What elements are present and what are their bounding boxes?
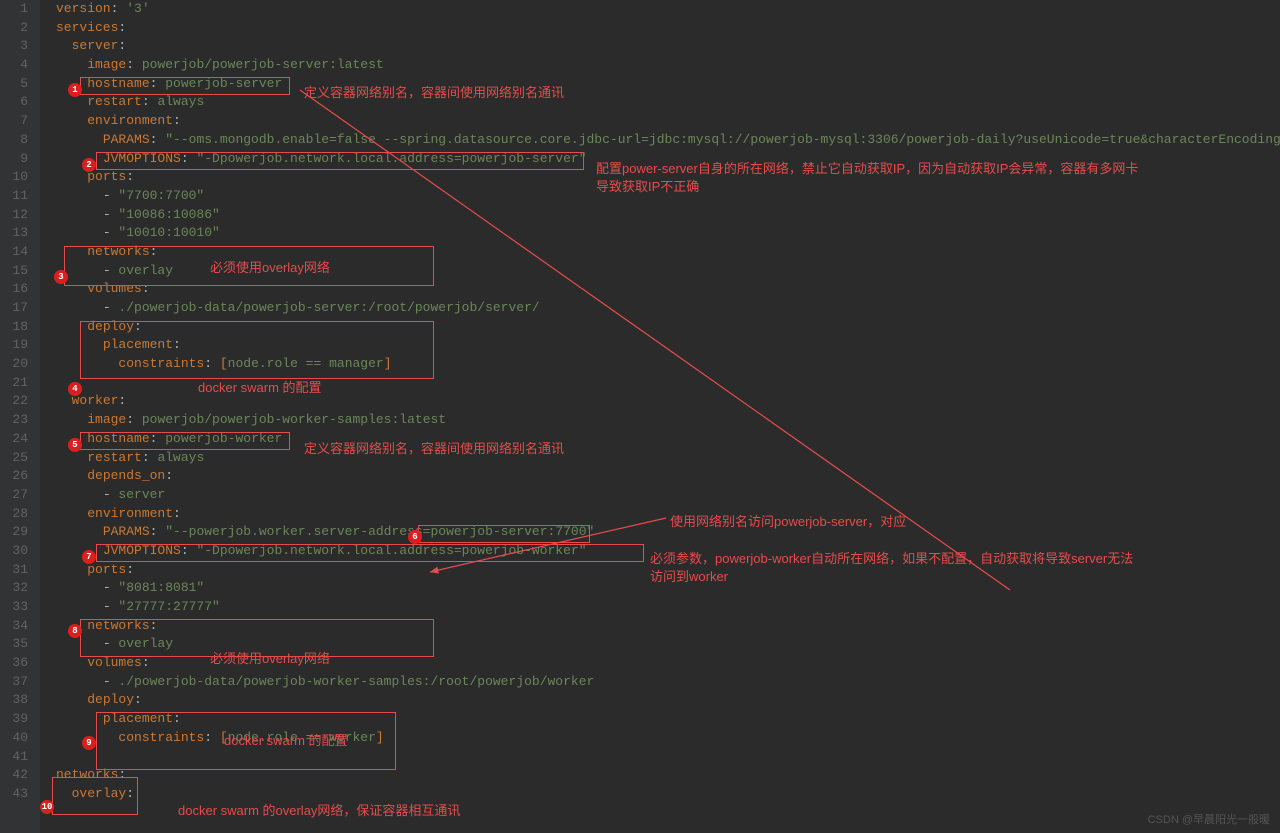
code-line[interactable]: services: — [56, 19, 1280, 38]
line-number: 34 — [8, 617, 28, 636]
line-number: 15 — [8, 262, 28, 281]
code-line[interactable]: - server — [56, 486, 1280, 505]
line-gutter: 1234567891011121314151617181920212223242… — [0, 0, 40, 833]
line-number: 33 — [8, 598, 28, 617]
code-line[interactable]: - "10086:10086" — [56, 206, 1280, 225]
line-number: 42 — [8, 766, 28, 785]
annotation-text: 导致获取IP不正确 — [596, 176, 699, 195]
line-number: 41 — [8, 748, 28, 767]
annotation-badge: 10 — [40, 800, 54, 814]
annotation-text: docker swarm 的配置 — [198, 377, 322, 396]
line-number: 39 — [8, 710, 28, 729]
annotation-text: docker swarm 的overlay网络，保证容器相互通讯 — [178, 800, 460, 819]
line-number: 21 — [8, 374, 28, 393]
highlight-box — [80, 432, 290, 450]
line-number: 31 — [8, 561, 28, 580]
line-number: 16 — [8, 280, 28, 299]
line-number: 10 — [8, 168, 28, 187]
line-number: 24 — [8, 430, 28, 449]
line-number: 29 — [8, 523, 28, 542]
annotation-text: 访问到worker — [650, 566, 728, 585]
line-number: 17 — [8, 299, 28, 318]
highlight-box — [80, 77, 290, 95]
annotation-badge: 7 — [82, 550, 96, 564]
line-number: 43 — [8, 785, 28, 804]
line-number: 3 — [8, 37, 28, 56]
annotation-badge: 5 — [68, 438, 82, 452]
line-number: 32 — [8, 579, 28, 598]
line-number: 6 — [8, 93, 28, 112]
annotation-text: 定义容器网络别名，容器间使用网络别名通讯 — [304, 438, 564, 457]
line-number: 23 — [8, 411, 28, 430]
code-line[interactable]: environment: — [56, 112, 1280, 131]
code-line[interactable]: server: — [56, 37, 1280, 56]
annotation-badge: 1 — [68, 83, 82, 97]
line-number: 1 — [8, 0, 28, 19]
line-number: 4 — [8, 56, 28, 75]
code-line[interactable]: - "10010:10010" — [56, 224, 1280, 243]
highlight-box — [80, 321, 434, 379]
line-number: 22 — [8, 392, 28, 411]
line-number: 40 — [8, 729, 28, 748]
annotation-badge: 6 — [408, 530, 422, 544]
code-line[interactable]: version: '3' — [56, 0, 1280, 19]
annotation-badge: 3 — [54, 270, 68, 284]
line-number: 9 — [8, 150, 28, 169]
line-number: 7 — [8, 112, 28, 131]
highlight-box — [96, 544, 644, 562]
line-number: 35 — [8, 635, 28, 654]
line-number: 37 — [8, 673, 28, 692]
code-line[interactable]: restart: always — [56, 449, 1280, 468]
line-number: 2 — [8, 19, 28, 38]
line-number: 8 — [8, 131, 28, 150]
annotation-text: docker swarm 的配置 — [224, 730, 348, 749]
watermark: CSDN @早晨阳光一般暖 — [1148, 811, 1270, 827]
highlight-box — [96, 152, 584, 170]
code-line[interactable]: image: powerjob/powerjob-worker-samples:… — [56, 411, 1280, 430]
annotation-badge: 9 — [82, 736, 96, 750]
line-number: 25 — [8, 449, 28, 468]
line-number: 19 — [8, 336, 28, 355]
line-number: 12 — [8, 206, 28, 225]
line-number: 5 — [8, 75, 28, 94]
code-line[interactable]: image: powerjob/powerjob-server:latest — [56, 56, 1280, 75]
code-line[interactable]: - ./powerjob-data/powerjob-server:/root/… — [56, 299, 1280, 318]
code-editor[interactable]: 1234567891011121314151617181920212223242… — [0, 0, 1280, 833]
line-number: 18 — [8, 318, 28, 337]
code-line[interactable]: PARAMS: "--oms.mongodb.enable=false --sp… — [56, 131, 1280, 150]
line-number: 13 — [8, 224, 28, 243]
line-number: 14 — [8, 243, 28, 262]
annotation-text: 必须使用overlay网络 — [210, 648, 330, 667]
annotation-badge: 4 — [68, 382, 82, 396]
code-area[interactable]: version: '3'services: server: image: pow… — [40, 0, 1280, 833]
annotation-text: 使用网络别名访问powerjob-server，对应 — [670, 511, 906, 530]
line-number: 36 — [8, 654, 28, 673]
code-line[interactable]: restart: always — [56, 93, 1280, 112]
code-line[interactable]: deploy: — [56, 691, 1280, 710]
annotation-badge: 2 — [82, 158, 96, 172]
annotation-text: 必须使用overlay网络 — [210, 257, 330, 276]
line-number: 20 — [8, 355, 28, 374]
line-number: 28 — [8, 505, 28, 524]
annotation-text: 配置power-server自身的所在网络，禁止它自动获取IP，因为自动获取IP… — [596, 158, 1138, 177]
line-number: 38 — [8, 691, 28, 710]
annotation-text: 定义容器网络别名，容器间使用网络别名通讯 — [304, 82, 564, 101]
code-line[interactable]: environment: — [56, 505, 1280, 524]
highlight-box — [418, 525, 590, 543]
code-line[interactable]: depends_on: — [56, 467, 1280, 486]
line-number: 30 — [8, 542, 28, 561]
annotation-text: 必须参数，powerjob-worker自动所在网络，如果不配置，自动获取将导致… — [650, 548, 1133, 567]
line-number: 27 — [8, 486, 28, 505]
annotation-badge: 8 — [68, 624, 82, 638]
highlight-box — [52, 777, 138, 815]
code-line[interactable]: - ./powerjob-data/powerjob-worker-sample… — [56, 673, 1280, 692]
line-number: 26 — [8, 467, 28, 486]
line-number: 11 — [8, 187, 28, 206]
code-line[interactable]: - "27777:27777" — [56, 598, 1280, 617]
code-line[interactable]: PARAMS: "--powerjob.worker.server-addres… — [56, 523, 1280, 542]
